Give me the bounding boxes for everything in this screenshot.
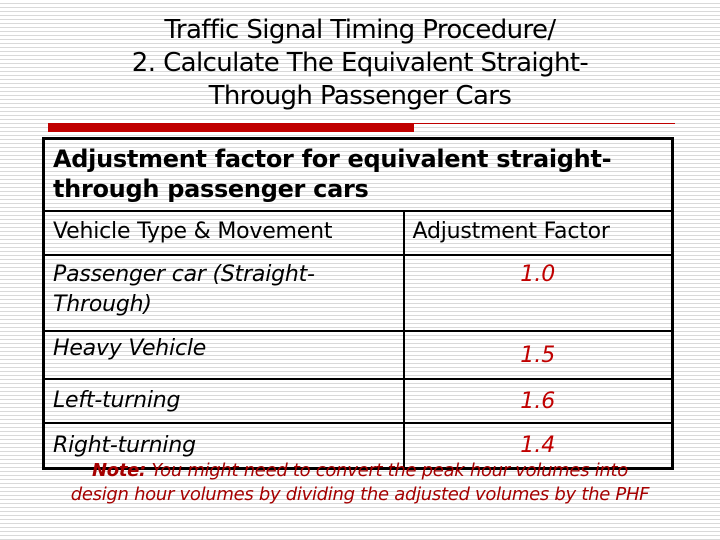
row-label: Heavy Vehicle (42, 330, 405, 380)
table-row: Heavy Vehicle 1.5 (42, 330, 674, 380)
title-line-2: 2. Calculate The Equivalent Straight- (131, 48, 589, 78)
table-caption: Adjustment factor for equivalent straigh… (42, 137, 674, 212)
slide-title: Traffic Signal Timing Procedure/ 2. Calc… (0, 14, 720, 113)
footnote: Note: You might need to convert the peak… (0, 459, 720, 507)
title-accent-bar (48, 123, 414, 132)
table-row: Left-turning 1.6 (42, 378, 674, 424)
footnote-label: Note: (92, 460, 146, 481)
title-line-1: Traffic Signal Timing Procedure/ (164, 15, 556, 45)
title-accent-line (414, 123, 675, 124)
row-label: Passenger car (Straight- Through) (42, 254, 405, 332)
caption-line-2: through passenger cars (53, 175, 369, 203)
table-caption-row: Adjustment factor for equivalent straigh… (42, 137, 674, 212)
footnote-line-1: Note: You might need to convert the peak… (0, 459, 720, 483)
title-line-3: Through Passenger Cars (208, 81, 512, 111)
table-row: Passenger car (Straight- Through) 1.0 (42, 254, 674, 332)
column-header-adjustment-factor: Adjustment Factor (402, 210, 674, 256)
row-label-line-1: Passenger car (Straight- (53, 262, 315, 287)
column-header-vehicle-type: Vehicle Type & Movement (42, 210, 405, 256)
table-header-row: Vehicle Type & Movement Adjustment Facto… (42, 210, 674, 256)
row-value: 1.6 (402, 378, 674, 424)
row-value: 1.5 (402, 330, 674, 380)
row-label: Left-turning (42, 378, 405, 424)
footnote-line-1-text: You might need to convert the peak hour … (145, 460, 628, 481)
caption-line-1: Adjustment factor for equivalent straigh… (53, 145, 612, 173)
row-value: 1.0 (402, 254, 674, 332)
row-label-line-2: Through) (53, 292, 152, 317)
footnote-line-2: design hour volumes by dividing the adju… (70, 484, 650, 505)
adjustment-factor-table: Adjustment factor for equivalent straigh… (42, 137, 674, 470)
